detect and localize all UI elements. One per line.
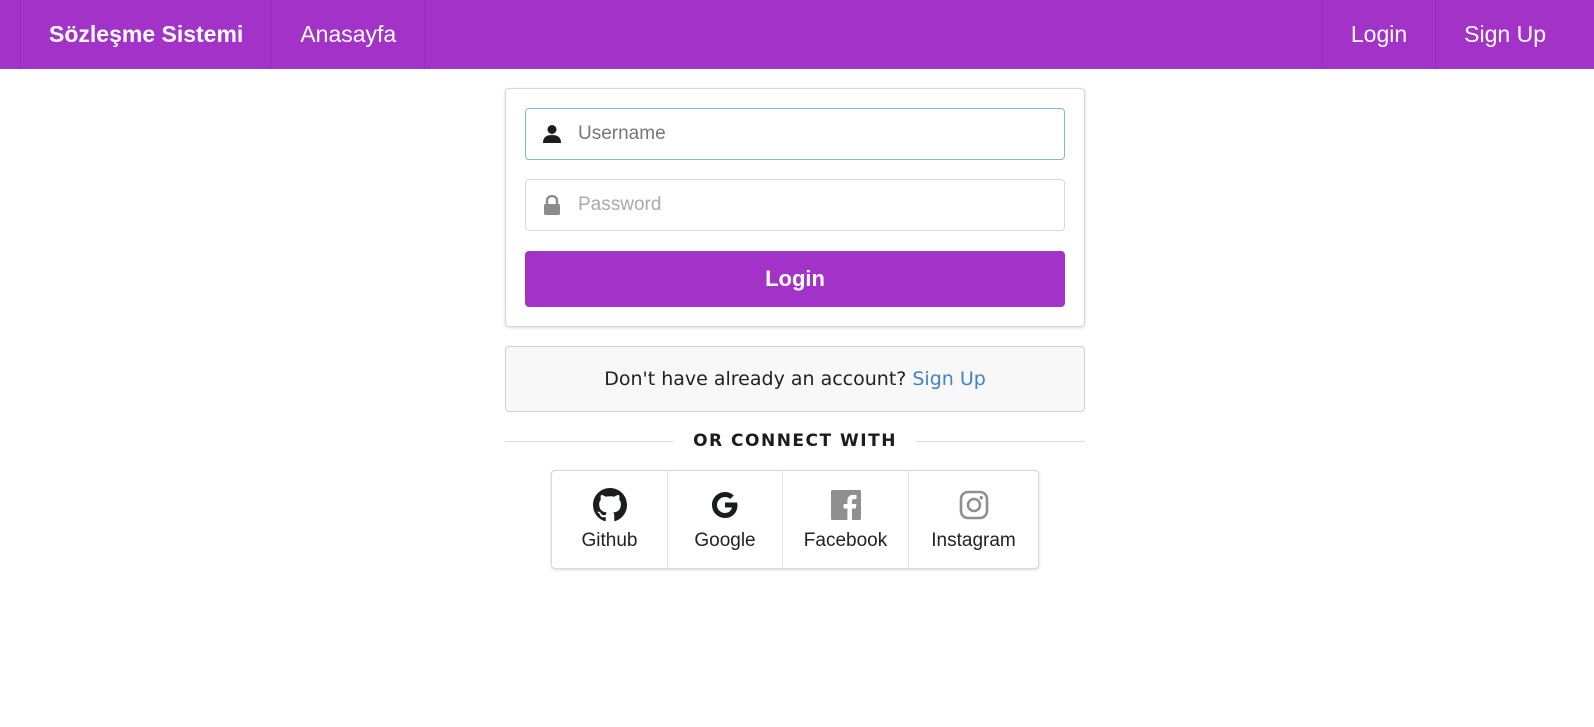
social-buttons: Github Google Facebook Instagram xyxy=(551,470,1039,569)
username-input[interactable] xyxy=(578,110,1048,158)
login-button[interactable]: Login xyxy=(525,251,1065,307)
instagram-label: Instagram xyxy=(931,529,1016,551)
facebook-label: Facebook xyxy=(803,529,888,551)
google-icon xyxy=(708,488,742,522)
top-navbar: Sözleşme Sistemi Anasayfa Login Sign Up xyxy=(0,0,1594,69)
brand-link[interactable]: Sözleşme Sistemi xyxy=(20,0,271,69)
nav-item-login[interactable]: Login xyxy=(1321,0,1435,69)
password-field[interactable] xyxy=(525,179,1065,231)
connect-divider: OR CONNECT WITH xyxy=(505,428,1086,454)
google-button[interactable]: Google xyxy=(667,471,782,568)
password-input[interactable] xyxy=(578,181,1048,229)
github-icon xyxy=(592,487,627,522)
navbar-right: Login Sign Up xyxy=(1321,0,1594,69)
divider-line-left xyxy=(505,440,675,442)
login-card: Login xyxy=(505,88,1085,327)
lock-icon xyxy=(526,179,578,231)
facebook-icon xyxy=(830,488,861,522)
nav-item-home[interactable]: Anasayfa xyxy=(271,0,426,69)
github-button[interactable]: Github xyxy=(552,471,667,568)
divider-line-right xyxy=(915,440,1086,442)
signup-message-text: Don't have already an account? xyxy=(604,368,907,390)
nav-item-signup[interactable]: Sign Up xyxy=(1435,0,1574,69)
google-label: Google xyxy=(694,529,756,551)
username-field[interactable] xyxy=(525,108,1065,160)
divider-text: OR CONNECT WITH xyxy=(693,431,897,451)
navbar-left: Sözleşme Sistemi Anasayfa xyxy=(0,0,426,69)
github-label: Github xyxy=(581,529,638,551)
instagram-icon xyxy=(959,488,989,522)
user-icon xyxy=(526,108,578,160)
signup-link[interactable]: Sign Up xyxy=(912,368,985,390)
facebook-button[interactable]: Facebook xyxy=(782,471,908,568)
signup-message: Don't have already an account? Sign Up xyxy=(505,346,1085,412)
instagram-button[interactable]: Instagram xyxy=(908,471,1038,568)
